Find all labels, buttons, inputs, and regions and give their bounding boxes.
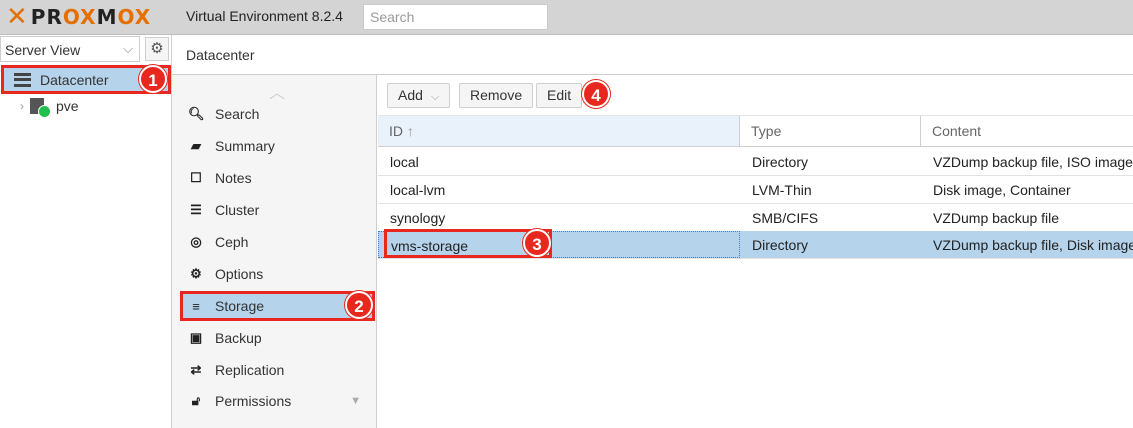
annotation-badge: 1 <box>139 65 167 93</box>
logo-text: PROXMOX <box>30 5 152 29</box>
add-button-label: Add <box>398 87 423 103</box>
cell-id: local-lvm <box>390 182 446 198</box>
unlock-icon: 🔓︎ <box>191 393 201 408</box>
table-row[interactable]: synology SMB/CIFS VZDump backup file <box>378 204 1133 232</box>
table-row[interactable]: local Directory VZDump backup file, ISO … <box>378 148 1133 176</box>
nav-item-ceph[interactable]: ◎ Ceph <box>180 227 375 257</box>
remove-button[interactable]: Remove <box>459 83 534 108</box>
page-title: Datacenter <box>186 47 255 63</box>
chevron-right-icon[interactable]: › <box>20 99 24 113</box>
nav-item-options[interactable]: ⚙ Options <box>180 259 375 289</box>
nav-item-label: Notes <box>215 170 252 186</box>
nav-item-label: Backup <box>215 330 262 346</box>
add-button[interactable]: Add ⌵ <box>387 83 451 108</box>
nav-item-label: Replication <box>215 362 285 378</box>
annotation-badge: 2 <box>345 291 373 319</box>
ceph-icon: ◎ <box>190 234 202 249</box>
nav-item-label: Options <box>215 266 264 282</box>
cell-content: VZDump backup file, Disk image <box>933 237 1133 253</box>
nav-item-label: Search <box>215 106 260 122</box>
tree-node-label: Datacenter <box>40 71 109 88</box>
nav-item-search[interactable]: 🔍︎ Search <box>180 99 375 129</box>
cell-type: Directory <box>752 154 809 170</box>
cell-type: Directory <box>752 237 809 253</box>
annotation-badge: 4 <box>582 80 610 108</box>
cell-type: LVM-Thin <box>752 182 812 198</box>
tree-node-label: pve <box>56 98 79 114</box>
sort-ascending-icon: ↑ <box>406 123 414 139</box>
column-header-type[interactable]: Type <box>740 116 921 147</box>
nav-item-permissions[interactable]: 🔓︎ Permissions ▼ <box>180 386 375 416</box>
resource-tree-panel: Server View ⌵ ⚙ Datacenter › pve <box>0 35 172 428</box>
datacenter-nav-menu: ︿ 🔍︎ Search ▰ Summary ☐ Notes ☰ Cluster … <box>172 75 377 428</box>
column-header-label: Type <box>751 123 782 139</box>
proxmox-x-icon: ✕ <box>6 2 29 32</box>
edit-button[interactable]: Edit <box>536 83 583 108</box>
table-row[interactable]: local-lvm LVM-Thin Disk image, Container <box>378 176 1133 204</box>
datacenter-icon <box>14 72 31 87</box>
column-header-label: ID <box>389 123 403 139</box>
search-icon: 🔍︎ <box>188 106 205 121</box>
nav-item-label: Permissions <box>215 393 292 409</box>
cell-content: Disk image, Container <box>933 182 1071 198</box>
nav-item-backup[interactable]: ▣ Backup <box>180 323 375 353</box>
book-icon: ▰ <box>191 138 201 153</box>
tree-settings-button[interactable]: ⚙ <box>145 37 169 61</box>
chevron-down-icon: ⌵ <box>430 91 440 103</box>
expand-chevron-icon[interactable]: ▼ <box>350 395 361 407</box>
tree-node-pve[interactable]: › pve <box>20 95 79 118</box>
version-label: Virtual Environment 8.2.4 <box>186 8 343 24</box>
storage-toolbar: Add ⌵ Remove Edit <box>378 76 1133 116</box>
floppy-icon: ▣ <box>189 330 203 345</box>
cell-id: synology <box>390 210 446 226</box>
server-online-icon <box>30 98 51 118</box>
annotation-badge: 3 <box>523 229 551 257</box>
content-header: Datacenter <box>172 35 1133 75</box>
database-icon: ≡ <box>192 298 200 314</box>
top-header: ✕ PROXMOX Virtual Environment 8.2.4 <box>0 0 1133 35</box>
nav-item-cluster[interactable]: ☰ Cluster <box>180 195 375 225</box>
gear-icon: ⚙ <box>190 266 202 281</box>
column-header-label: Content <box>932 123 982 139</box>
nav-item-label: Summary <box>215 138 275 154</box>
nav-item-notes[interactable]: ☐ Notes <box>180 163 375 193</box>
storage-grid: ID ↑ Type Content local Directory VZDump… <box>378 116 1133 428</box>
view-select-label: Server View <box>5 42 81 58</box>
nav-item-label: Ceph <box>215 234 249 250</box>
cell-id: local <box>390 154 419 170</box>
notes-icon: ☐ <box>190 170 202 185</box>
nav-item-replication[interactable]: ⇄ Replication <box>180 355 375 385</box>
cell-content: VZDump backup file <box>933 210 1060 226</box>
nav-item-summary[interactable]: ▰ Summary <box>180 131 375 161</box>
gear-icon: ⚙ <box>150 40 164 57</box>
search-input[interactable] <box>363 4 548 30</box>
view-select[interactable]: Server View ⌵ <box>0 36 140 62</box>
nav-item-label: Cluster <box>215 202 260 218</box>
cell-content: VZDump backup file, ISO image <box>933 154 1133 170</box>
nav-item-label: Storage <box>215 298 265 314</box>
cell-type: SMB/CIFS <box>752 210 819 226</box>
column-header-id[interactable]: ID ↑ <box>378 116 740 147</box>
column-header-content[interactable]: Content <box>921 116 1133 147</box>
retweet-icon: ⇄ <box>190 362 202 377</box>
proxmox-logo[interactable]: ✕ PROXMOX <box>6 2 152 32</box>
cluster-icon: ☰ <box>190 202 202 217</box>
chevron-down-icon: ⌵ <box>123 41 133 56</box>
